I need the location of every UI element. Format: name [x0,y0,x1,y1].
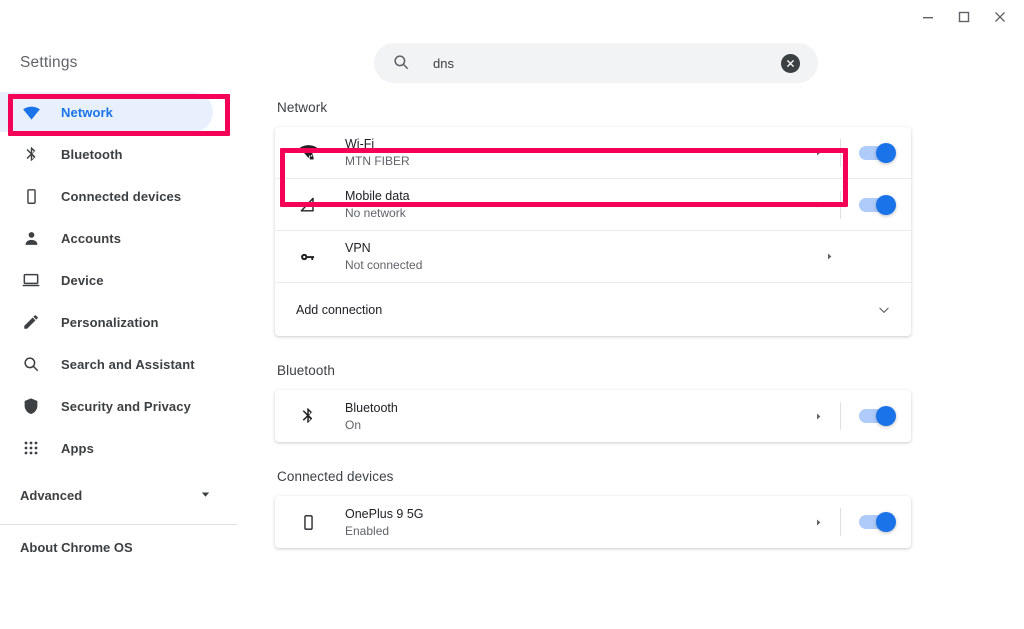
sidebar-item-about-chrome-os[interactable]: About Chrome OS [0,525,237,569]
page-title: Settings [20,54,78,71]
close-button[interactable] [982,2,1018,32]
sidebar-item-label: Apps [61,440,94,456]
section-connected-devices: Connected devices OnePlus 9 5G Enabled [275,469,1024,548]
sidebar-item-device[interactable]: Device [0,260,213,300]
minimize-button[interactable] [910,2,946,32]
chevron-right-icon[interactable] [804,412,832,421]
shield-icon [20,395,42,417]
row-text: Bluetooth On [345,400,804,433]
sidebar-item-security-and-privacy[interactable]: Security and Privacy [0,386,213,426]
bluetooth-icon [20,143,42,165]
row-title: VPN [345,241,371,255]
chevron-right-icon[interactable] [804,200,832,209]
network-card: Wi-Fi MTN FIBER Mobile data No network V… [275,127,911,336]
chevron-right-icon[interactable] [815,252,843,261]
wifi-toggle-wrap[interactable] [841,142,911,163]
person-icon [20,227,42,249]
sidebar-item-apps[interactable]: Apps [0,428,213,468]
mobile-data-toggle-wrap[interactable] [841,194,911,215]
signal-triangle-icon [296,193,320,217]
connected-devices-card: OnePlus 9 5G Enabled [275,496,911,548]
wifi-icon [20,101,42,123]
row-wifi[interactable]: Wi-Fi MTN FIBER [275,127,911,178]
phone-icon [296,510,320,534]
settings-window: Settings Network Bluetooth Connected dev… [0,0,1024,629]
row-mobile-data[interactable]: Mobile data No network [275,179,911,230]
sidebar-item-bluetooth[interactable]: Bluetooth [0,134,213,174]
phone-icon [20,185,42,207]
search-icon [20,353,42,375]
sidebar-item-label: Network [61,104,113,120]
row-text: Mobile data No network [345,188,804,221]
window-titlebar [0,0,1024,34]
sidebar-item-label: Security and Privacy [61,398,191,414]
bluetooth-toggle[interactable] [859,406,896,426]
sidebar-advanced-label: Advanced [20,487,83,503]
row-subtitle: Not connected [345,258,423,272]
row-text: OnePlus 9 5G Enabled [345,506,804,539]
sidebar-item-personalization[interactable]: Personalization [0,302,213,342]
row-text: Wi-Fi MTN FIBER [345,136,804,169]
sidebar-item-label: Search and Assistant [61,356,195,372]
row-title: OnePlus 9 5G [345,506,424,521]
bluetooth-icon [296,404,320,428]
section-title: Bluetooth [277,363,335,378]
search-bar[interactable] [374,43,818,83]
sidebar-item-label: Bluetooth [61,146,123,162]
toggle-knob [876,194,896,215]
device-toggle[interactable] [859,512,896,532]
row-text: VPN Not connected [345,240,815,273]
section-title: Network [277,100,328,115]
bluetooth-card: Bluetooth On [275,390,911,442]
pen-icon [20,311,42,333]
search-icon [392,53,412,73]
row-bluetooth[interactable]: Bluetooth On [275,390,911,442]
sidebar-item-connected-devices[interactable]: Connected devices [0,176,213,216]
sidebar-about-label: About Chrome OS [20,539,133,555]
sidebar-item-label: Connected devices [61,188,182,204]
row-subtitle: On [345,417,362,432]
main-content: Network Wi-Fi MTN FIBER Mobile data No n… [237,100,1024,629]
toggle-knob [876,142,896,163]
device-toggle-wrap[interactable] [841,512,911,532]
add-connection-label: Add connection [296,302,383,317]
grid-icon [20,437,42,459]
sidebar-item-label: Accounts [61,230,122,246]
sidebar-item-advanced[interactable]: Advanced [0,474,237,516]
sidebar-item-search-and-assistant[interactable]: Search and Assistant [0,344,213,384]
search-input[interactable] [433,55,781,71]
row-add-connection[interactable]: Add connection [275,283,911,336]
wifi-toggle[interactable] [859,142,896,163]
chevron-right-icon[interactable] [804,518,832,527]
row-title: Bluetooth [345,400,398,415]
row-vpn[interactable]: VPN Not connected [275,231,911,282]
sidebar-nav: Network Bluetooth Connected devices Acco… [0,92,237,569]
section-title: Connected devices [277,469,394,484]
row-subtitle: MTN FIBER [345,154,410,168]
maximize-button[interactable] [946,2,982,32]
sidebar: Settings Network Bluetooth Connected dev… [0,34,237,629]
bluetooth-toggle-wrap[interactable] [841,406,911,426]
sidebar-item-label: Personalization [61,314,159,330]
row-title: Mobile data [345,189,410,203]
sidebar-item-accounts[interactable]: Accounts [0,218,213,258]
row-title: Wi-Fi [345,137,375,151]
row-oneplus-9-5g[interactable]: OnePlus 9 5G Enabled [275,496,911,548]
chevron-down-icon [200,488,211,503]
chevron-down-icon[interactable] [877,303,891,317]
toggle-knob [876,512,896,532]
sidebar-item-network[interactable]: Network [0,92,213,132]
section-network: Network Wi-Fi MTN FIBER Mobile data No n… [275,100,1024,336]
row-subtitle: Enabled [345,523,390,538]
row-subtitle: No network [345,206,406,220]
laptop-icon [20,269,42,291]
key-icon [296,245,320,269]
toggle-knob [876,406,896,426]
mobile-data-toggle[interactable] [859,194,896,215]
section-bluetooth: Bluetooth Bluetooth On [275,363,1024,442]
wifi-lock-icon [296,141,320,165]
sidebar-item-label: Device [61,272,104,288]
chevron-right-icon[interactable] [804,148,832,157]
clear-icon[interactable] [781,53,800,73]
